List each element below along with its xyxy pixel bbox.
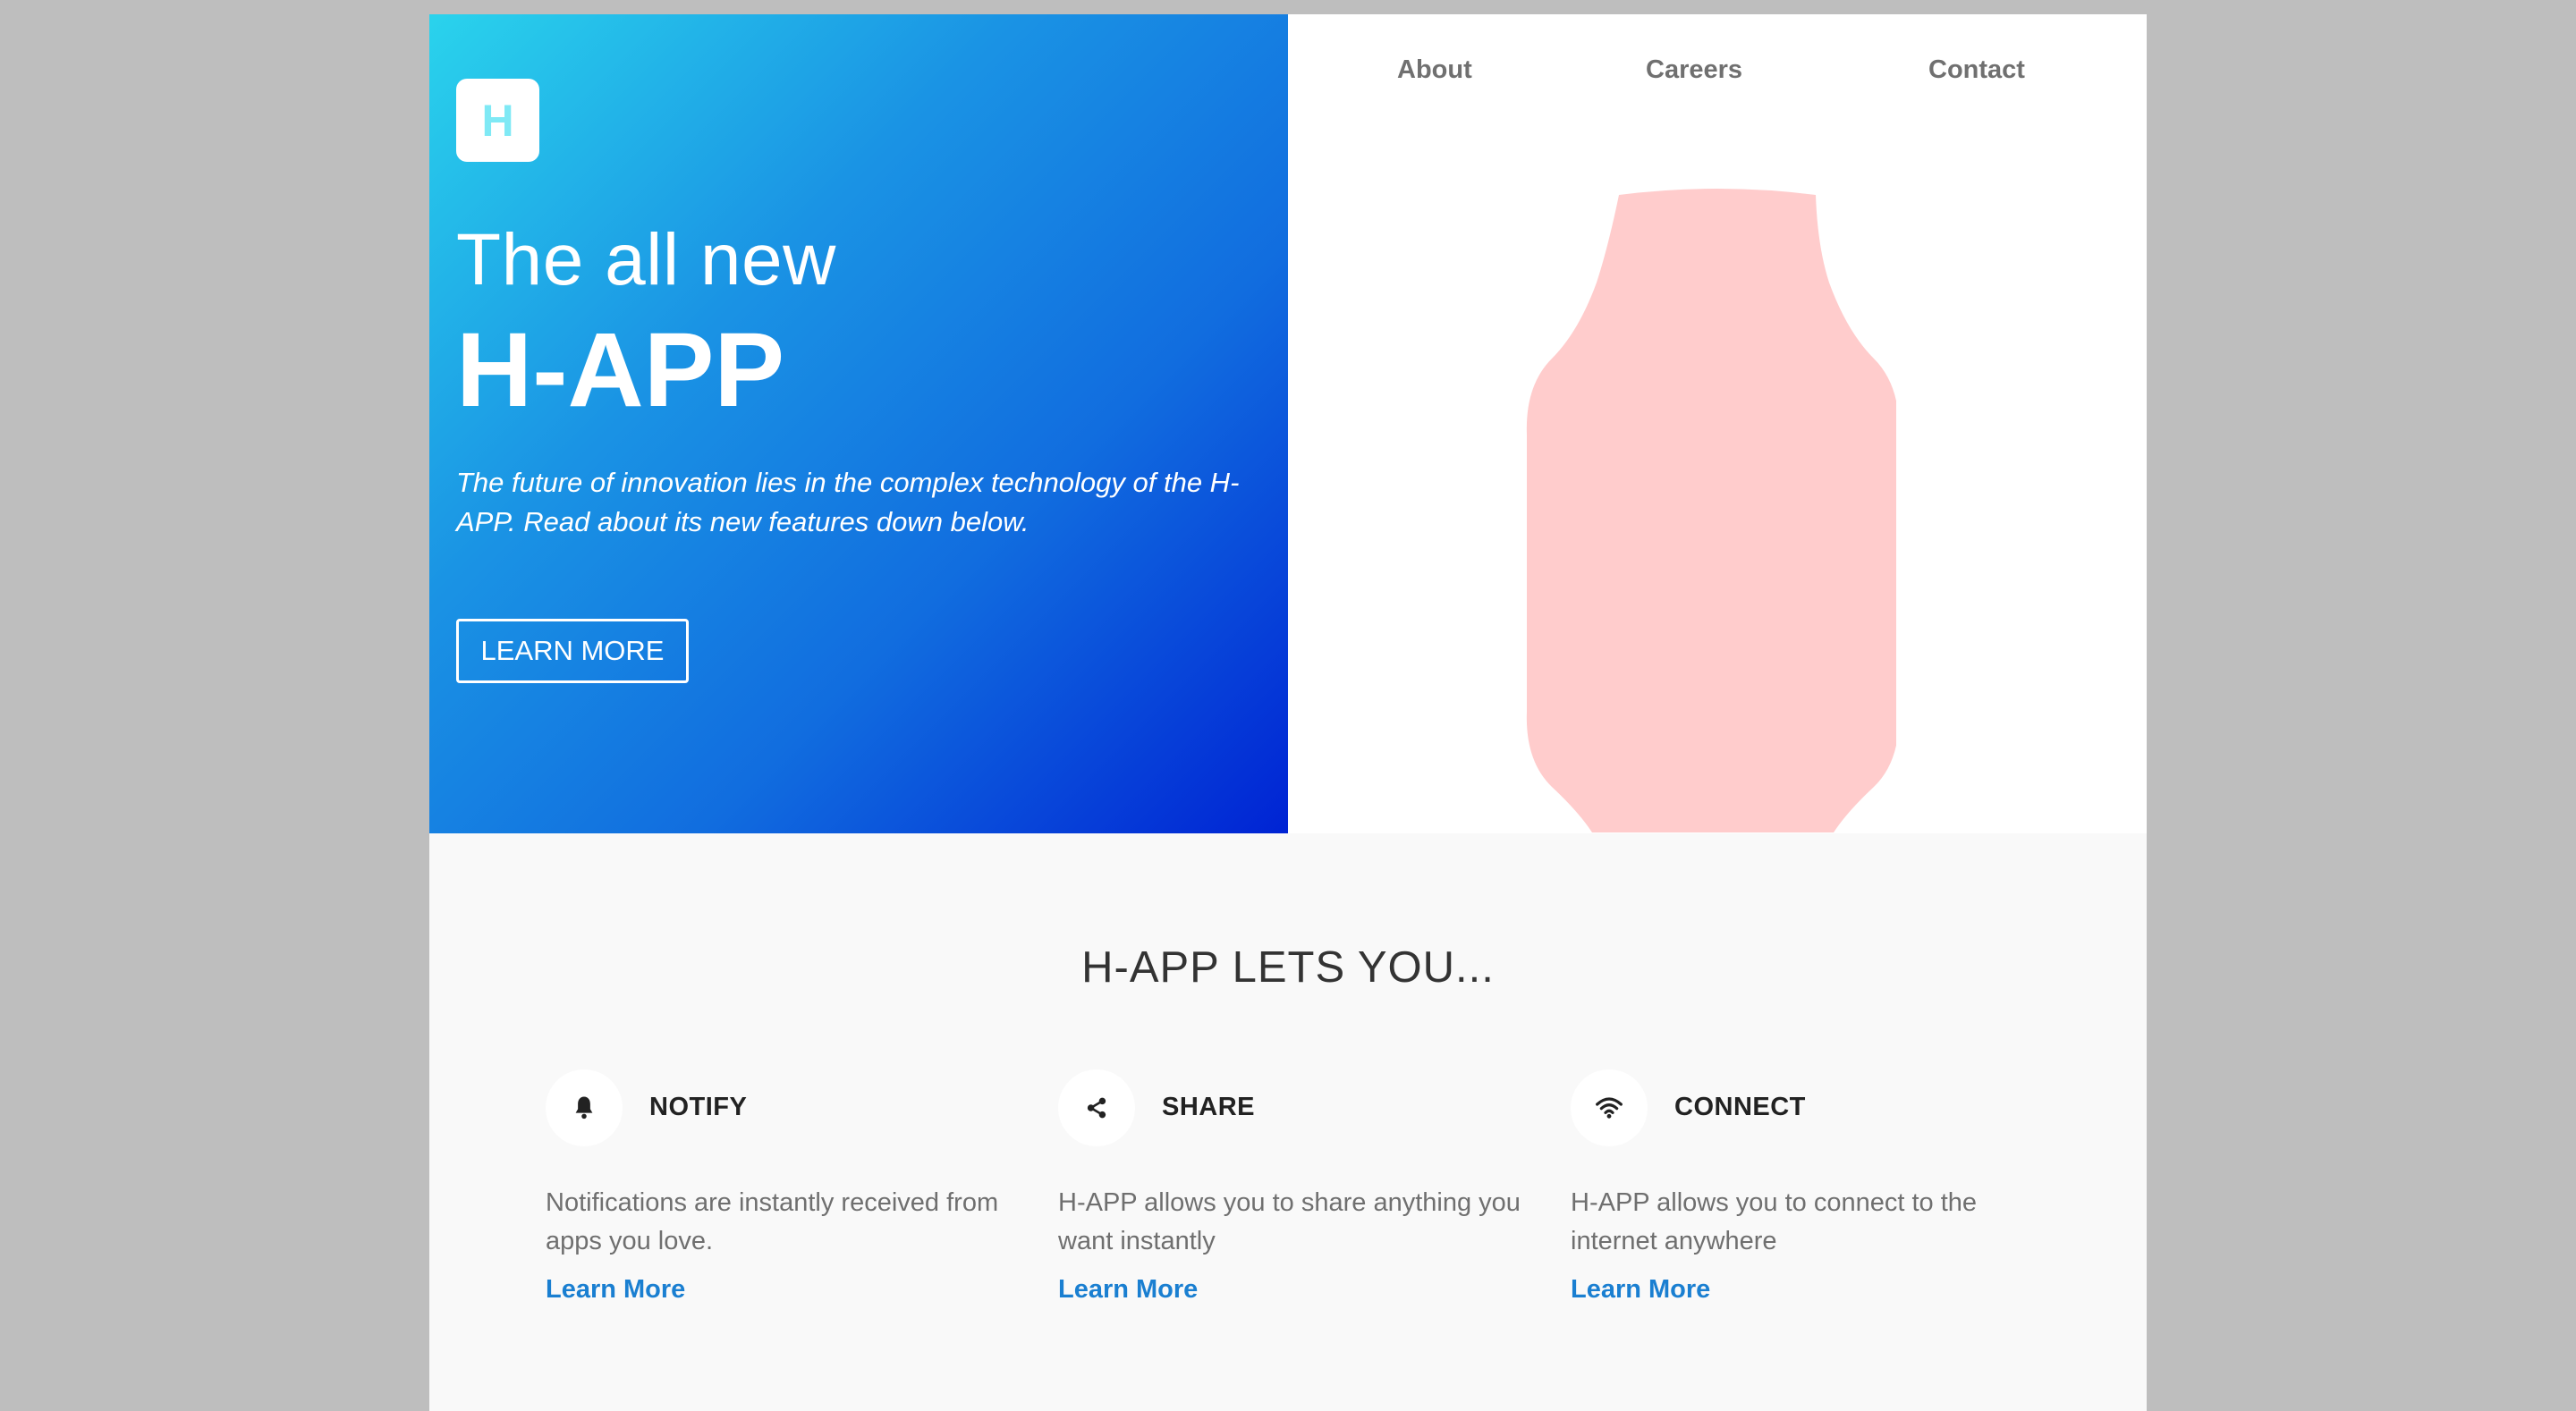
logo[interactable]: H bbox=[456, 79, 539, 162]
nav-about-link[interactable]: About bbox=[1397, 55, 1472, 85]
wifi-icon bbox=[1571, 1069, 1648, 1146]
bell-icon bbox=[546, 1069, 623, 1146]
feature-description: Notifications are instantly received fro… bbox=[546, 1188, 999, 1255]
hero-description: The future of innovation lies in the com… bbox=[456, 467, 1240, 537]
feature-description: H-APP allows you to share anything you w… bbox=[1058, 1188, 1521, 1255]
feature-title: CONNECT bbox=[1674, 1093, 1806, 1121]
feature-learn-more-link[interactable]: Learn More bbox=[1571, 1275, 1710, 1305]
page: H The all new H-APP The future of innova… bbox=[429, 14, 2147, 1411]
feature-title: NOTIFY bbox=[649, 1093, 748, 1121]
feature-description: H-APP allows you to connect to the inter… bbox=[1571, 1188, 1978, 1255]
logo-letter: H bbox=[481, 95, 514, 146]
nav-careers-link[interactable]: Careers bbox=[1646, 55, 1742, 85]
hero-panel: H The all new H-APP The future of innova… bbox=[429, 14, 1288, 833]
hero-title: H-APP bbox=[456, 311, 785, 429]
nav-contact-link[interactable]: Contact bbox=[1928, 55, 2025, 85]
features-heading: H-APP LETS YOU... bbox=[1081, 943, 1495, 992]
smartwatch-image bbox=[1526, 189, 1896, 832]
features-section: H-APP LETS YOU... NOTIFY Notifications a… bbox=[429, 833, 2147, 1411]
share-icon bbox=[1058, 1069, 1135, 1146]
feature-title: SHARE bbox=[1162, 1093, 1256, 1121]
hero-section: H The all new H-APP The future of innova… bbox=[429, 14, 2147, 833]
feature-learn-more-link[interactable]: Learn More bbox=[546, 1275, 685, 1305]
hero-subtitle: The all new bbox=[456, 219, 836, 300]
feature-learn-more-link[interactable]: Learn More bbox=[1058, 1275, 1198, 1305]
learn-more-button[interactable]: LEARN MORE bbox=[456, 619, 689, 683]
